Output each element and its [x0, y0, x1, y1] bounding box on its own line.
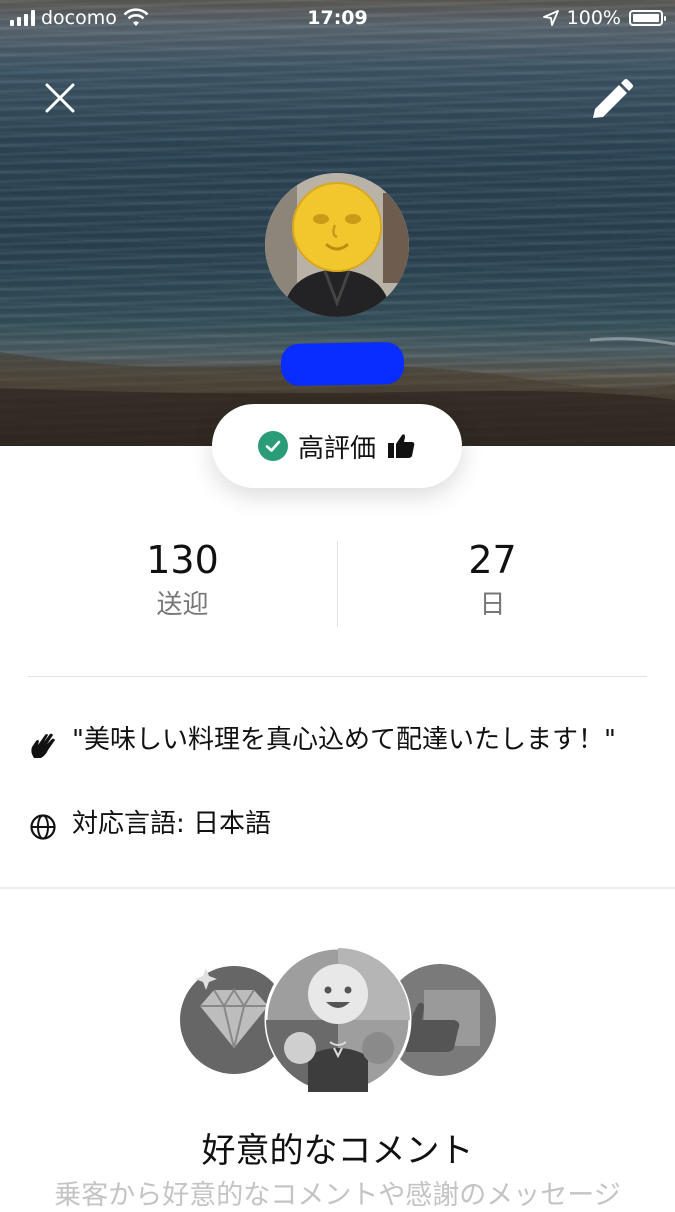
compliments-title: 好意的なコメント — [201, 1131, 474, 1171]
check-circle-icon — [257, 431, 288, 461]
stat-trips: 130 送迎 — [28, 535, 337, 625]
stat-days-label: 日 — [479, 590, 506, 620]
thumbs-up-icon — [388, 434, 415, 458]
language-row: 対応言語: 日本語 — [28, 804, 271, 844]
divider — [28, 676, 647, 677]
waving-hand-icon — [31, 733, 55, 758]
status-bar: docomo 17:09 100% — [0, 0, 675, 38]
stat-days: 27 日 — [338, 535, 647, 625]
rating-badge[interactable]: 高評価 — [212, 404, 462, 488]
close-icon — [45, 83, 75, 113]
section-divider — [0, 887, 675, 889]
compliment-badges[interactable] — [178, 944, 498, 1094]
compliment-badges-illustration — [180, 946, 496, 1094]
language-label: 対応言語: 日本語 — [72, 809, 272, 839]
globe-icon — [30, 814, 56, 840]
driver-quote: "美味しい料理を真心込めて配達いたします！" — [72, 725, 616, 755]
close-button[interactable] — [36, 74, 84, 122]
stat-days-value: 27 — [468, 538, 517, 582]
pencil-icon — [593, 79, 633, 118]
battery-percent: 100% — [566, 7, 621, 29]
driver-name-redacted — [280, 341, 405, 387]
stats-section: 130 送迎 27 日 — [28, 535, 647, 635]
avatar-image — [265, 173, 409, 317]
location-arrow-icon — [542, 10, 559, 26]
stat-trips-value: 130 — [146, 538, 219, 582]
compliments-subtitle: 乗客から好意的なコメントや感謝のメッセージ — [54, 1180, 621, 1211]
battery-icon — [629, 10, 666, 26]
profile-avatar[interactable] — [265, 173, 409, 317]
stat-trips-label: 送迎 — [156, 590, 209, 620]
smiley-badge-icon — [264, 946, 412, 1094]
about-quote-row: "美味しい料理を真心込めて配達いたします！" — [28, 722, 632, 760]
rating-label: 高評価 — [297, 433, 376, 464]
edit-button[interactable] — [588, 76, 636, 124]
